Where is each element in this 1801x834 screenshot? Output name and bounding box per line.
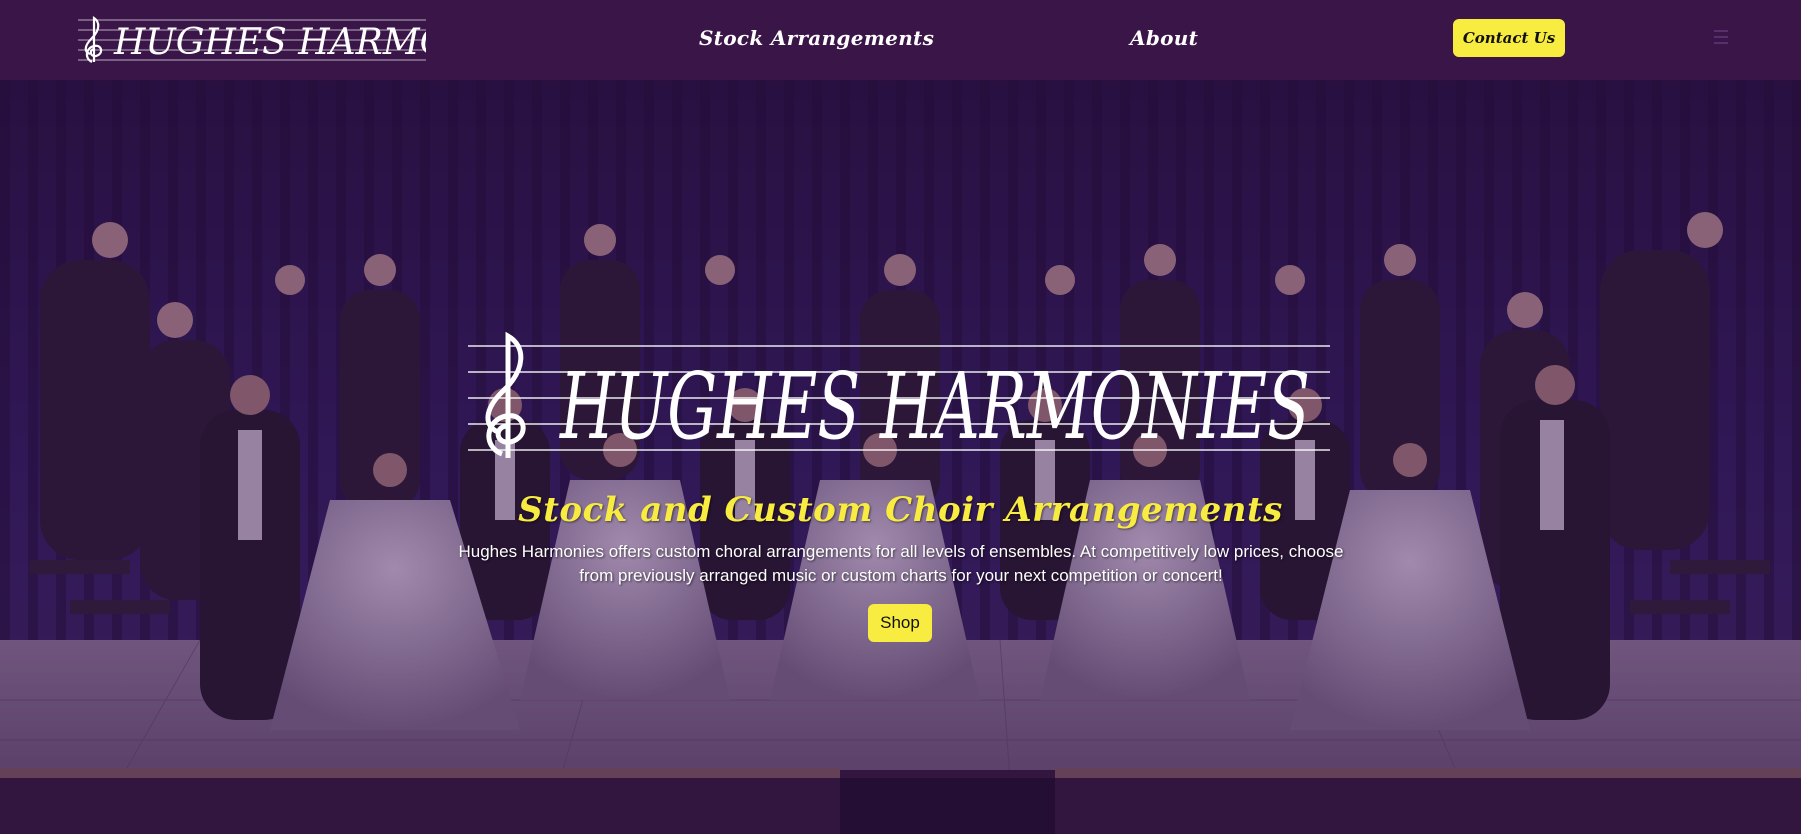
brand-logo-text: HUGHES HARMONIES bbox=[113, 22, 426, 63]
menu-bar bbox=[1714, 36, 1728, 38]
hero-description: Hughes Harmonies offers custom choral ar… bbox=[458, 542, 1344, 585]
treble-clef-logo-icon: HUGHES HARMONIES bbox=[78, 15, 546, 63]
shop-button[interactable]: Shop bbox=[868, 604, 932, 642]
menu-bar bbox=[1714, 30, 1728, 32]
contact-us-button[interactable]: Contact Us bbox=[1453, 19, 1565, 57]
treble-clef-icon bbox=[485, 331, 526, 458]
hero-logo: HUGHES HARMONIES bbox=[468, 331, 1330, 460]
hamburger-menu-icon[interactable] bbox=[1712, 26, 1730, 50]
nav-link-about[interactable]: About bbox=[1130, 26, 1198, 50]
hero-logo-text: HUGHES HARMONIES bbox=[559, 353, 1310, 460]
navbar: HUGHES HARMONIES Stock Arrangements Abou… bbox=[0, 0, 1801, 80]
nav-link-stock-arrangements[interactable]: Stock Arrangements bbox=[699, 26, 934, 50]
brand-logo[interactable]: HUGHES HARMONIES bbox=[78, 14, 546, 66]
hero-heading: Stock and Custom Choir Arrangements bbox=[518, 490, 1283, 530]
page: HUGHES HARMONIES Stock Arrangements Abou… bbox=[0, 0, 1801, 834]
hero-section: HUGHES HARMONIES Stock and Custom Choir … bbox=[0, 80, 1801, 834]
menu-bar bbox=[1714, 42, 1728, 44]
